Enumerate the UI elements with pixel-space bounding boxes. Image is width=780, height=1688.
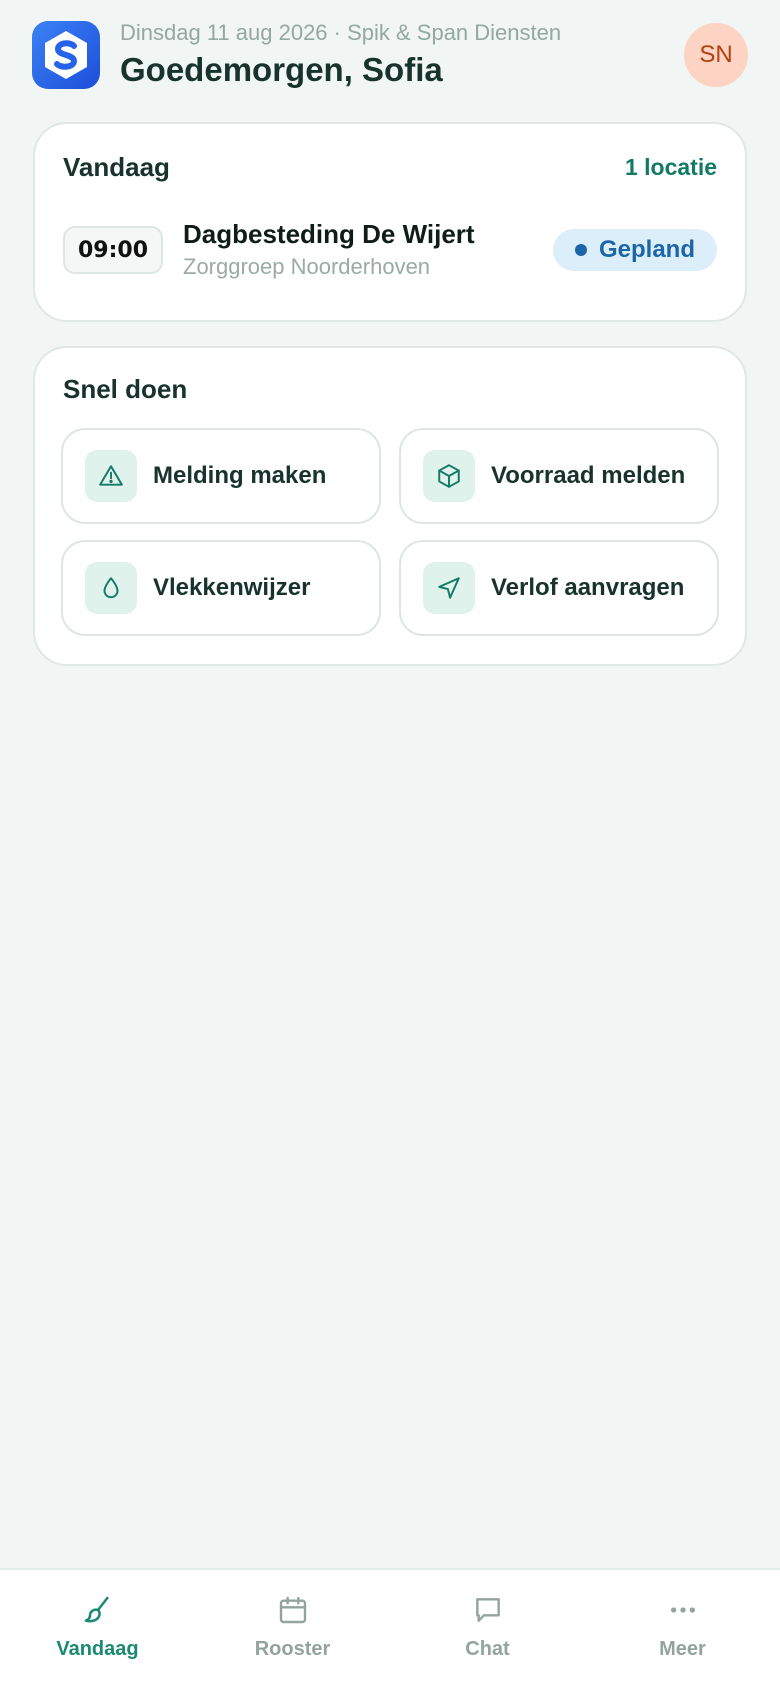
header-subtitle: Dinsdag 11 aug 2026 · Spik & Span Dienst… [120, 20, 562, 45]
appointment-subtitle: Zorggroep Noorderhoven [183, 254, 431, 279]
warning-icon [85, 450, 137, 502]
appointment-row[interactable]: 09:00 Dagbesteding De Wijert Zorggroep N… [63, 218, 717, 282]
status-badge: Gepland [552, 229, 717, 271]
quick-action-label: Vlekkenwijzer [153, 574, 311, 601]
header-text: Dinsdag 11 aug 2026 · Spik & Span Dienst… [120, 19, 684, 91]
nav-label: Meer [659, 1638, 706, 1660]
chat-icon [468, 1590, 508, 1630]
appointment-title: Dagbesteding De Wijert [183, 219, 475, 249]
greeting-title: Goedemorgen, Sofia [120, 51, 443, 88]
nav-item-vandaag[interactable]: Vandaag [0, 1570, 195, 1688]
droplet-icon [85, 562, 137, 614]
box-icon [423, 450, 475, 502]
brush-icon [78, 1590, 118, 1630]
nav-label: Chat [465, 1638, 510, 1660]
quick-action-melding[interactable]: Melding maken [61, 428, 381, 524]
quick-actions-card: Snel doen Melding maken Voorraad melden [33, 346, 747, 666]
today-card-header: Vandaag 1 locatie [63, 152, 717, 183]
avatar[interactable]: SN [684, 23, 748, 87]
quick-action-label: Voorraad melden [491, 462, 686, 489]
today-card: Vandaag 1 locatie 09:00 Dagbesteding De … [33, 122, 747, 322]
app-logo [32, 21, 100, 89]
quick-action-voorraad[interactable]: Voorraad melden [399, 428, 719, 524]
app-screen: Dinsdag 11 aug 2026 · Spik & Span Dienst… [0, 0, 780, 1688]
logo-icon [45, 31, 87, 79]
nav-item-rooster[interactable]: Rooster [195, 1570, 390, 1688]
bottom-nav: Vandaag Rooster Chat Meer [0, 1568, 780, 1688]
quick-action-vlekkenwijzer[interactable]: Vlekkenwijzer [61, 540, 381, 636]
location-count-link[interactable]: 1 locatie [625, 154, 717, 181]
appointment-info: Dagbesteding De Wijert Zorggroep Noorder… [183, 218, 553, 282]
nav-item-chat[interactable]: Chat [390, 1570, 585, 1688]
nav-item-meer[interactable]: Meer [585, 1570, 780, 1688]
appointment-time: 09:00 [63, 226, 163, 274]
calendar-icon [273, 1590, 313, 1630]
quick-action-label: Verlof aanvragen [491, 574, 685, 601]
quick-actions-title: Snel doen [63, 374, 188, 404]
nav-label: Vandaag [56, 1638, 139, 1660]
header: Dinsdag 11 aug 2026 · Spik & Span Dienst… [32, 18, 748, 92]
more-icon [663, 1590, 703, 1630]
status-label: Gepland [598, 236, 695, 263]
quick-action-verlof[interactable]: Verlof aanvragen [399, 540, 719, 636]
today-title: Vandaag [63, 152, 170, 182]
status-dot [574, 244, 587, 256]
nav-label: Rooster [254, 1638, 331, 1660]
quick-actions-grid: Melding maken Voorraad melden Vlekkenwij… [61, 428, 719, 636]
quick-action-label: Melding maken [153, 462, 327, 489]
send-icon [423, 562, 475, 614]
